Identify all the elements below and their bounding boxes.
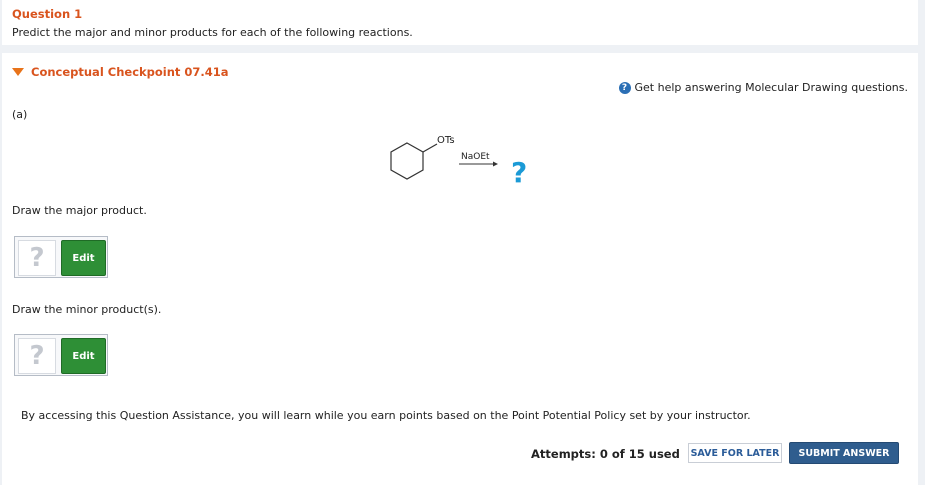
part-label: (a) [12,108,28,121]
bond-to-ots [422,143,438,153]
reagent-label: NaOEt [461,152,490,162]
checkpoint-toggle[interactable]: Conceptual Checkpoint 07.41a [12,65,229,79]
submit-answer-button[interactable]: SUBMIT ANSWER [789,442,899,464]
help-link[interactable]: ? Get help answering Molecular Drawing q… [618,81,908,94]
leaving-group-label: OTs [437,135,455,146]
help-icon: ? [618,81,631,94]
triangle-down-icon [12,68,24,76]
checkpoint-panel: Conceptual Checkpoint 07.41a ? Get help … [2,53,918,485]
assistance-note: By accessing this Question Assistance, y… [21,409,751,422]
empty-drawing-icon: ? [18,240,56,276]
major-product-drawing-area[interactable]: ? Edit [14,236,108,278]
major-product-prompt: Draw the major product. [12,204,147,217]
attempts-counter: Attempts: 0 of 15 used [531,447,680,461]
reaction-arrow-head [493,161,498,167]
empty-drawing-icon: ? [18,338,56,374]
question-prompt: Predict the major and minor products for… [12,26,413,39]
save-for-later-button[interactable]: SAVE FOR LATER [688,443,782,463]
question-title: Question 1 [12,7,83,21]
edit-minor-button[interactable]: Edit [61,338,106,374]
reaction-scheme: OTs NaOEt ? [390,135,527,189]
question-panel: Question 1 Predict the major and minor p… [2,0,918,45]
checkpoint-title: Conceptual Checkpoint 07.41a [31,65,229,79]
help-text: Get help answering Molecular Drawing que… [634,81,908,94]
product-question-mark: ? [511,156,527,189]
minor-product-prompt: Draw the minor product(s). [12,303,162,316]
minor-product-drawing-area[interactable]: ? Edit [14,334,108,376]
edit-major-button[interactable]: Edit [61,240,106,276]
cyclohexane-ring [390,142,424,180]
